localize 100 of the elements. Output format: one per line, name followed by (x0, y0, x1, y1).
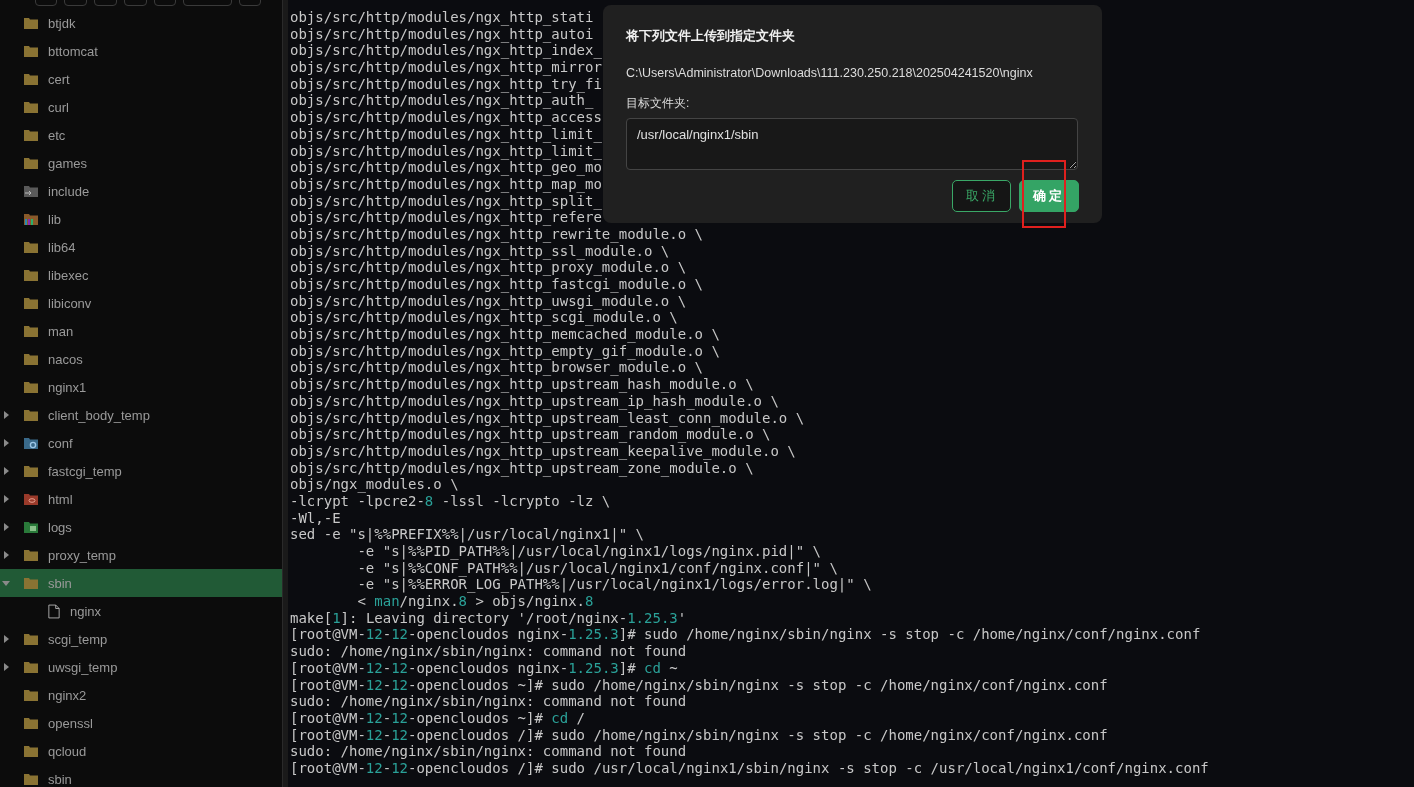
folder-icon (24, 409, 38, 421)
tree-item[interactable]: fastcgi_temp (0, 457, 282, 485)
dialog-title: 将下列文件上传到指定文件夹 (626, 28, 795, 44)
tree-item[interactable]: logs (0, 513, 282, 541)
gear-folder-icon (24, 437, 38, 449)
caret-right-icon[interactable] (2, 439, 10, 447)
tree-item[interactable]: nacos (0, 345, 282, 373)
terminal-line: objs/src/http/modules/ngx_http_browser_module.o \ (290, 359, 703, 377)
terminal-line: objs/src/http/modules/ngx_http_split_ (290, 192, 602, 210)
terminal-line: [root@VM-12-12-opencloudos nginx-1.25.3]# sudo /home/nginx/sbin/nginx -s stop -c /home/nginx/conf/nginx.conf (290, 626, 1201, 644)
terminal-line: objs/src/http/modules/ngx_http_uwsgi_module.o \ (290, 292, 687, 310)
folder-icon (24, 73, 38, 85)
tree-item[interactable]: openssl (0, 709, 282, 737)
folder-icon (24, 745, 38, 757)
terminal-line: objs/src/http/modules/ngx_http_autoi (290, 25, 594, 43)
terminal-line: objs/src/http/modules/ngx_http_ssl_module.o \ (290, 242, 670, 260)
terminal-line: -e "s|%%PID_PATH%%|/usr/local/nginx1/logs/nginx.pid|" \ (356, 543, 821, 560)
terminal-line: objs/src/http/modules/ngx_http_limit_ (290, 142, 602, 160)
caret-right-icon[interactable] (2, 635, 10, 643)
tree-item[interactable]: html (0, 485, 282, 513)
terminal-line: sed -e "s|%%PREFIX%%|/usr/local/nginx1|" \ (290, 526, 644, 543)
terminal-line: objs/src/http/modules/ngx_http_try_fi (290, 75, 602, 93)
terminal-line: objs/src/http/modules/ngx_http_map_mo (290, 175, 602, 193)
tree-item[interactable]: curl (0, 93, 282, 121)
tree-item[interactable]: nginx (0, 597, 282, 625)
terminal-line: sudo: /home/nginx/sbin/nginx: command not found (290, 643, 687, 660)
tree-item[interactable]: client_body_temp (0, 401, 282, 429)
folder-icon (24, 17, 38, 29)
tree-item[interactable]: libexec (0, 261, 282, 289)
caret-right-icon[interactable] (2, 523, 10, 531)
terminal-line: objs/src/http/modules/ngx_http_upstream_random_module.o \ (290, 426, 771, 443)
target-folder-field[interactable]: /usr/local/nginx1/sbin (626, 118, 1078, 170)
tree-item[interactable]: nginx2 (0, 681, 282, 709)
terminal-line: objs/src/http/modules/ngx_http_upstream_hash_module.o \ (290, 376, 754, 393)
folder-icon (24, 633, 38, 645)
books-folder-icon (24, 213, 38, 225)
tree-item[interactable]: scgi_temp (0, 625, 282, 653)
tree-item[interactable]: conf (0, 429, 282, 457)
terminal-line: sudo: /home/nginx/sbin/nginx: command not found (290, 693, 687, 710)
folder-icon (24, 45, 38, 57)
terminal-line: [root@VM-12-12-opencloudos ~]# cd / (290, 709, 586, 727)
caret-right-icon[interactable] (2, 411, 10, 419)
terminal-line: [root@VM-12-12-opencloudos nginx-1.25.3]# cd ~ (290, 659, 678, 677)
terminal-line: objs/src/http/modules/ngx_http_upstream_ip_hash_module.o \ (290, 392, 779, 410)
folder-icon (24, 353, 38, 365)
terminal-line: < man/nginx.8 > objs/nginx.8 (356, 593, 594, 610)
terminal-line: objs/src/http/modules/ngx_http_mirror (290, 59, 602, 76)
tree-item[interactable]: qcloud (0, 737, 282, 765)
folder-icon (24, 661, 38, 673)
caret-right-icon[interactable] (2, 495, 10, 503)
terminal-line: objs/src/http/modules/ngx_http_upstream_keepalive_module.o \ (290, 442, 796, 460)
terminal-line: objs/src/http/modules/ngx_http_access (290, 109, 602, 126)
folder-icon (24, 689, 38, 701)
folder-icon (24, 269, 38, 281)
tree-item[interactable]: lib (0, 205, 282, 233)
terminal-line: objs/src/http/modules/ngx_http_stati (290, 9, 594, 26)
terminal-line: make[1]: Leaving directory '/root/nginx-1.25.3' (290, 609, 687, 627)
tree-item[interactable]: etc (0, 121, 282, 149)
tree-item[interactable]: libiconv (0, 289, 282, 317)
folder-icon (24, 297, 38, 309)
terminal-line: -Wl,-E (290, 509, 341, 527)
folder-icon (24, 129, 38, 141)
tree-item[interactable]: cert (0, 65, 282, 93)
tree-item[interactable]: proxy_temp (0, 541, 282, 569)
folder-icon (24, 241, 38, 253)
terminal-line: objs/src/http/modules/ngx_http_upstream_zone_module.o \ (290, 459, 754, 477)
tree-item[interactable]: nginx1 (0, 373, 282, 401)
caret-right-icon[interactable] (2, 663, 10, 671)
tree-item[interactable]: games (0, 149, 282, 177)
cancel-button[interactable]: 取消 (952, 180, 1011, 212)
terminal-line: [root@VM-12-12-opencloudos ~]# sudo /home/nginx/sbin/nginx -s stop -c /home/nginx/conf/nginx.conf (290, 676, 1108, 694)
folder-icon (24, 465, 38, 477)
terminal-line: sudo: /home/nginx/sbin/nginx: command not found (290, 743, 687, 760)
link-folder-icon (24, 185, 38, 197)
caret-right-icon[interactable] (2, 467, 10, 475)
terminal-line: objs/src/http/modules/ngx_http_scgi_module.o \ (290, 309, 678, 327)
terminal-line: objs/src/http/modules/ngx_http_fastcgi_module.o \ (290, 276, 703, 293)
terminal-line: objs/src/http/modules/ngx_http_auth_ (290, 92, 594, 110)
annotation-frame (1022, 160, 1066, 228)
terminal-line: objs/src/http/modules/ngx_http_proxy_module.o \ (290, 259, 687, 276)
terminal-line: objs/src/http/modules/ngx_http_upstream_least_conn_module.o \ (290, 409, 805, 427)
terminal-line: -e "s|%%ERROR_LOG_PATH%%|/usr/local/nginx1/logs/error.log|" \ (356, 576, 872, 594)
folder-icon (24, 325, 38, 337)
terminal-line: objs/src/http/modules/ngx_http_refere (290, 209, 602, 226)
terminal-line: -e "s|%%CONF_PATH%%|/usr/local/nginx1/conf/nginx.conf|" \ (356, 559, 838, 577)
tree-item[interactable]: btjdk (0, 9, 282, 37)
terminal-line: [root@VM-12-12-opencloudos /]# sudo /usr/local/nginx1/sbin/nginx -s stop -c /usr/local/nginx1/conf/nginx.conf (290, 759, 1209, 777)
tree-item[interactable]: sbin (0, 765, 282, 787)
source-path: C:\Users\Administrator\Downloads\111.230.250.218\202504241520\nginx (626, 65, 1033, 81)
tree-item[interactable]: bttomcat (0, 37, 282, 65)
folder-icon (24, 381, 38, 393)
terminal-line: objs/src/http/modules/ngx_http_memcached_module.o \ (290, 326, 720, 343)
tree-item[interactable]: include (0, 177, 282, 205)
caret-right-icon[interactable] (2, 551, 10, 559)
tree-item[interactable]: uwsgi_temp (0, 653, 282, 681)
folder-icon (24, 549, 38, 561)
terminal-line: objs/src/http/modules/ngx_http_index_ (290, 42, 602, 60)
tree-item[interactable]: man (0, 317, 282, 345)
tree-item[interactable]: lib64 (0, 233, 282, 261)
terminal-line: objs/src/http/modules/ngx_http_rewrite_module.o \ (290, 225, 703, 243)
